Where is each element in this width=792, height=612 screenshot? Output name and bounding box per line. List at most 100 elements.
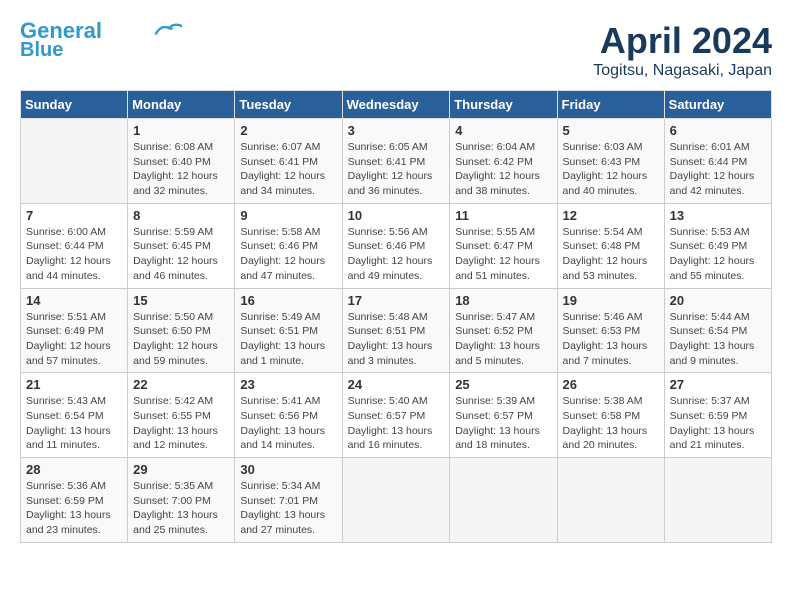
week-row-3: 14 Sunrise: 5:51 AM Sunset: 6:49 PM Dayli… [21, 288, 772, 373]
day-info: Sunrise: 5:47 AM Sunset: 6:52 PM Dayligh… [455, 310, 551, 369]
day-number: 13 [670, 208, 766, 223]
calendar-cell: 15 Sunrise: 5:50 AM Sunset: 6:50 PM Dayli… [128, 288, 235, 373]
calendar-cell: 17 Sunrise: 5:48 AM Sunset: 6:51 PM Dayli… [342, 288, 450, 373]
day-info: Sunrise: 5:43 AM Sunset: 6:54 PM Dayligh… [26, 394, 122, 453]
day-number: 8 [133, 208, 229, 223]
day-number: 24 [348, 377, 445, 392]
day-info: Sunrise: 5:36 AM Sunset: 6:59 PM Dayligh… [26, 479, 122, 538]
day-number: 29 [133, 462, 229, 477]
day-number: 5 [563, 123, 659, 138]
day-info: Sunrise: 6:05 AM Sunset: 6:41 PM Dayligh… [348, 140, 445, 199]
day-number: 17 [348, 293, 445, 308]
subtitle: Togitsu, Nagasaki, Japan [593, 62, 772, 80]
day-info: Sunrise: 5:40 AM Sunset: 6:57 PM Dayligh… [348, 394, 445, 453]
calendar-cell: 9Sunrise: 5:58 AM Sunset: 6:46 PM Daylig… [235, 203, 342, 288]
day-number: 21 [26, 377, 122, 392]
calendar-cell [342, 458, 450, 543]
day-number: 20 [670, 293, 766, 308]
day-info: Sunrise: 6:07 AM Sunset: 6:41 PM Dayligh… [240, 140, 336, 199]
logo-blue-text: Blue [20, 40, 63, 60]
day-number: 15 [133, 293, 229, 308]
calendar-cell [450, 458, 557, 543]
day-number: 2 [240, 123, 336, 138]
day-info: Sunrise: 6:04 AM Sunset: 6:42 PM Dayligh… [455, 140, 551, 199]
day-info: Sunrise: 5:54 AM Sunset: 6:48 PM Dayligh… [563, 225, 659, 284]
day-number: 3 [348, 123, 445, 138]
day-info: Sunrise: 5:56 AM Sunset: 6:46 PM Dayligh… [348, 225, 445, 284]
day-info: Sunrise: 5:48 AM Sunset: 6:51 PM Dayligh… [348, 310, 445, 369]
day-number: 1 [133, 123, 229, 138]
day-info: Sunrise: 6:01 AM Sunset: 6:44 PM Dayligh… [670, 140, 766, 199]
day-number: 25 [455, 377, 551, 392]
calendar-cell: 27 Sunrise: 5:37 AM Sunset: 6:59 PM Dayli… [664, 373, 771, 458]
header-row: SundayMondayTuesdayWednesdayThursdayFrid… [21, 91, 772, 119]
calendar-cell: 11Sunrise: 5:55 AM Sunset: 6:47 PM Dayli… [450, 203, 557, 288]
calendar-cell: 19 Sunrise: 5:46 AM Sunset: 6:53 PM Dayli… [557, 288, 664, 373]
calendar-cell: 16 Sunrise: 5:49 AM Sunset: 6:51 PM Dayli… [235, 288, 342, 373]
calendar-cell: 3 Sunrise: 6:05 AM Sunset: 6:41 PM Daylig… [342, 119, 450, 204]
calendar-cell [664, 458, 771, 543]
day-info: Sunrise: 5:44 AM Sunset: 6:54 PM Dayligh… [670, 310, 766, 369]
day-info: Sunrise: 5:59 AM Sunset: 6:45 PM Dayligh… [133, 225, 229, 284]
day-info: Sunrise: 5:35 AM Sunset: 7:00 PM Dayligh… [133, 479, 229, 538]
day-number: 16 [240, 293, 336, 308]
day-info: Sunrise: 5:49 AM Sunset: 6:51 PM Dayligh… [240, 310, 336, 369]
calendar-cell: 26 Sunrise: 5:38 AM Sunset: 6:58 PM Dayli… [557, 373, 664, 458]
calendar-cell [21, 119, 128, 204]
day-info: Sunrise: 6:03 AM Sunset: 6:43 PM Dayligh… [563, 140, 659, 199]
logo-bird-icon [154, 20, 182, 38]
day-number: 22 [133, 377, 229, 392]
day-info: Sunrise: 5:39 AM Sunset: 6:57 PM Dayligh… [455, 394, 551, 453]
day-header-sunday: Sunday [21, 91, 128, 119]
calendar-cell: 13 Sunrise: 5:53 AM Sunset: 6:49 PM Dayli… [664, 203, 771, 288]
calendar-cell: 6Sunrise: 6:01 AM Sunset: 6:44 PM Daylig… [664, 119, 771, 204]
day-info: Sunrise: 5:53 AM Sunset: 6:49 PM Dayligh… [670, 225, 766, 284]
day-number: 14 [26, 293, 122, 308]
day-header-wednesday: Wednesday [342, 91, 450, 119]
calendar-cell: 29 Sunrise: 5:35 AM Sunset: 7:00 PM Dayli… [128, 458, 235, 543]
calendar-cell: 28Sunrise: 5:36 AM Sunset: 6:59 PM Dayli… [21, 458, 128, 543]
calendar-cell: 20 Sunrise: 5:44 AM Sunset: 6:54 PM Dayli… [664, 288, 771, 373]
day-header-saturday: Saturday [664, 91, 771, 119]
calendar-cell: 24 Sunrise: 5:40 AM Sunset: 6:57 PM Dayli… [342, 373, 450, 458]
week-row-5: 28Sunrise: 5:36 AM Sunset: 6:59 PM Dayli… [21, 458, 772, 543]
day-header-thursday: Thursday [450, 91, 557, 119]
day-number: 4 [455, 123, 551, 138]
calendar-cell: 25 Sunrise: 5:39 AM Sunset: 6:57 PM Dayli… [450, 373, 557, 458]
calendar-cell: 14 Sunrise: 5:51 AM Sunset: 6:49 PM Dayli… [21, 288, 128, 373]
day-number: 23 [240, 377, 336, 392]
calendar-cell: 5 Sunrise: 6:03 AM Sunset: 6:43 PM Daylig… [557, 119, 664, 204]
week-row-1: 1 Sunrise: 6:08 AM Sunset: 6:40 PM Daylig… [21, 119, 772, 204]
calendar-cell: 8 Sunrise: 5:59 AM Sunset: 6:45 PM Daylig… [128, 203, 235, 288]
day-number: 19 [563, 293, 659, 308]
week-row-2: 7 Sunrise: 6:00 AM Sunset: 6:44 PM Daylig… [21, 203, 772, 288]
day-info: Sunrise: 6:08 AM Sunset: 6:40 PM Dayligh… [133, 140, 229, 199]
day-header-tuesday: Tuesday [235, 91, 342, 119]
day-number: 18 [455, 293, 551, 308]
calendar-cell: 7 Sunrise: 6:00 AM Sunset: 6:44 PM Daylig… [21, 203, 128, 288]
day-number: 10 [348, 208, 445, 223]
day-number: 9 [240, 208, 336, 223]
calendar-cell: 30Sunrise: 5:34 AM Sunset: 7:01 PM Dayli… [235, 458, 342, 543]
calendar-cell: 22 Sunrise: 5:42 AM Sunset: 6:55 PM Dayli… [128, 373, 235, 458]
day-number: 7 [26, 208, 122, 223]
day-info: Sunrise: 5:41 AM Sunset: 6:56 PM Dayligh… [240, 394, 336, 453]
calendar-cell [557, 458, 664, 543]
day-info: Sunrise: 5:46 AM Sunset: 6:53 PM Dayligh… [563, 310, 659, 369]
calendar-cell: 10 Sunrise: 5:56 AM Sunset: 6:46 PM Dayli… [342, 203, 450, 288]
day-info: Sunrise: 5:51 AM Sunset: 6:49 PM Dayligh… [26, 310, 122, 369]
day-info: Sunrise: 6:00 AM Sunset: 6:44 PM Dayligh… [26, 225, 122, 284]
day-info: Sunrise: 5:38 AM Sunset: 6:58 PM Dayligh… [563, 394, 659, 453]
day-info: Sunrise: 5:42 AM Sunset: 6:55 PM Dayligh… [133, 394, 229, 453]
calendar-cell: 23 Sunrise: 5:41 AM Sunset: 6:56 PM Dayli… [235, 373, 342, 458]
day-number: 26 [563, 377, 659, 392]
day-info: Sunrise: 5:50 AM Sunset: 6:50 PM Dayligh… [133, 310, 229, 369]
day-number: 12 [563, 208, 659, 223]
calendar-cell: 1 Sunrise: 6:08 AM Sunset: 6:40 PM Daylig… [128, 119, 235, 204]
day-number: 30 [240, 462, 336, 477]
day-number: 27 [670, 377, 766, 392]
title-area: April 2024 Togitsu, Nagasaki, Japan [593, 20, 772, 80]
header: General Blue April 2024 Togitsu, Nagasak… [20, 20, 772, 80]
day-info: Sunrise: 5:37 AM Sunset: 6:59 PM Dayligh… [670, 394, 766, 453]
calendar-cell: 21 Sunrise: 5:43 AM Sunset: 6:54 PM Dayli… [21, 373, 128, 458]
